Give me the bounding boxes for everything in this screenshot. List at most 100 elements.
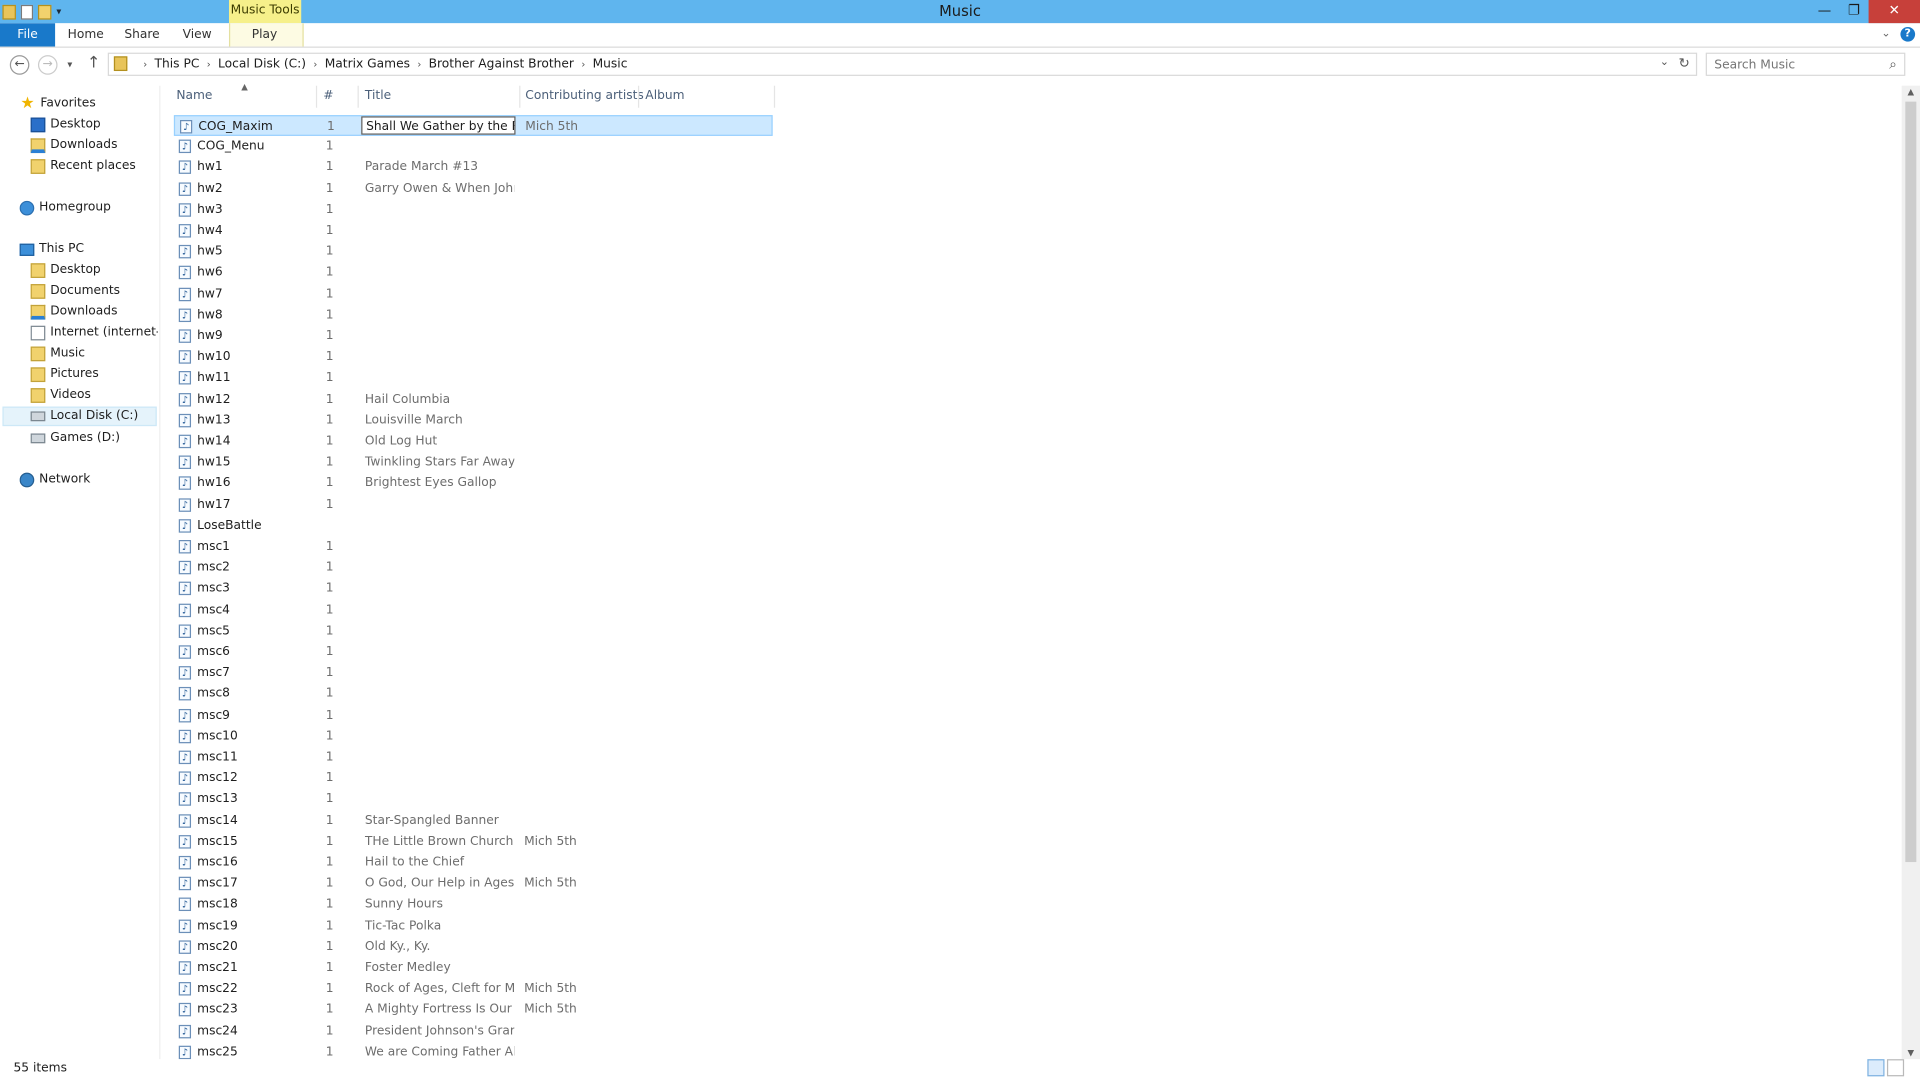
tab-play[interactable]: Play xyxy=(240,23,289,46)
file-row[interactable]: ♪ msc17 1 O God, Our Help in Ages ... Mich 5… xyxy=(174,873,773,894)
file-row[interactable]: ♪ msc12 1 xyxy=(174,768,773,789)
breadcrumb-chevron-icon[interactable]: › xyxy=(143,59,147,70)
scrollbar-thumb[interactable] xyxy=(1905,101,1917,863)
file-row[interactable]: ♪ msc18 1 Sunny Hours xyxy=(174,894,773,915)
breadcrumb-chevron-icon[interactable]: › xyxy=(207,59,211,70)
file-row[interactable]: ♪ hw1 1 Parade March #13 xyxy=(174,157,773,178)
breadcrumb-chevron-icon[interactable]: › xyxy=(581,59,585,70)
nav-favorites-downloads[interactable]: Downloads xyxy=(30,136,117,156)
breadcrumb-chevron-icon[interactable]: › xyxy=(313,59,317,70)
large-icons-view-icon[interactable] xyxy=(1886,1059,1905,1077)
nav-pc-documents[interactable]: Documents xyxy=(30,282,120,302)
file-row[interactable]: ♪ msc2 1 xyxy=(174,557,773,578)
file-row[interactable]: ♪ msc22 1 Rock of Ages, Cleft for Me Mich 5t… xyxy=(174,979,773,1000)
file-row[interactable]: ♪ msc6 1 xyxy=(174,642,773,663)
refresh-icon[interactable]: ↻ xyxy=(1679,55,1690,71)
file-row[interactable]: ♪ COG_Menu 1 xyxy=(174,136,773,157)
file-row[interactable]: ♪ msc1 1 xyxy=(174,536,773,557)
nav-this-pc[interactable]: This PC xyxy=(19,240,84,260)
column-header-name[interactable]: Name xyxy=(176,86,212,108)
tab-view[interactable]: View xyxy=(178,23,217,46)
file-row[interactable]: ♪ hw13 1 Louisville March xyxy=(174,410,773,431)
file-row[interactable]: ♪ msc11 1 xyxy=(174,747,773,768)
tab-file[interactable]: File xyxy=(0,23,56,47)
search-icon[interactable]: ⌕ xyxy=(1889,56,1897,73)
file-row[interactable]: ♪ msc15 1 THe Little Brown Church i... Mich … xyxy=(174,831,773,852)
file-row[interactable]: ♪ hw7 1 xyxy=(174,284,773,305)
crumb-brother-against-brother[interactable]: Brother Against Brother xyxy=(429,58,574,71)
file-row[interactable]: ♪ hw3 1 xyxy=(174,199,773,220)
details-view-icon[interactable] xyxy=(1867,1059,1885,1077)
crumb-music[interactable]: Music xyxy=(593,58,628,71)
crumb-local-disk[interactable]: Local Disk (C:) xyxy=(218,58,306,71)
address-dropdown-icon[interactable]: ⌄ xyxy=(1660,56,1669,68)
file-row[interactable]: ♪ hw16 1 Brightest Eyes Gallop xyxy=(174,473,773,494)
file-row[interactable]: ♪ msc3 1 xyxy=(174,578,773,599)
file-row[interactable]: ♪ hw10 1 xyxy=(174,347,773,368)
file-row[interactable]: ♪ hw4 1 xyxy=(174,220,773,241)
column-header-contributing-artists[interactable]: Contributing artists xyxy=(525,86,644,108)
file-row[interactable]: ♪ hw6 1 xyxy=(174,263,773,284)
nav-pc-desktop[interactable]: Desktop xyxy=(30,261,101,281)
file-row[interactable]: ♪ msc23 1 A Mighty Fortress Is Our ... Mich … xyxy=(174,1000,773,1021)
close-button[interactable]: ✕ xyxy=(1868,0,1920,24)
nav-pc-videos[interactable]: Videos xyxy=(30,386,91,406)
forward-button[interactable]: → xyxy=(37,55,58,75)
file-row[interactable]: ♪ msc5 1 xyxy=(174,621,773,642)
back-button[interactable]: ← xyxy=(9,55,30,75)
restore-button[interactable]: ❐ xyxy=(1839,0,1868,23)
file-row[interactable]: ♪ msc7 1 xyxy=(174,663,773,684)
nav-network[interactable]: Network xyxy=(19,470,91,490)
file-row[interactable]: ♪ hw11 1 xyxy=(174,368,773,389)
file-row[interactable]: ♪ hw2 1 Garry Owen & When John... xyxy=(174,178,773,199)
column-divider[interactable] xyxy=(773,85,776,108)
nav-favorites[interactable]: ★ Favorites xyxy=(20,94,95,114)
breadcrumb-chevron-icon[interactable]: › xyxy=(417,59,421,70)
file-row[interactable]: ♪ msc16 1 Hail to the Chief xyxy=(174,852,773,873)
nav-pc-internet[interactable]: Internet (internet-pc xyxy=(30,323,158,343)
file-row[interactable]: ♪ msc8 1 xyxy=(174,684,773,705)
file-row[interactable]: ♪ hw15 1 Twinkling Stars Far Away xyxy=(174,452,773,473)
search-box[interactable]: ⌕ xyxy=(1705,52,1906,76)
track-title[interactable]: Shall We Gather by the River xyxy=(361,116,516,135)
file-row[interactable]: ♪ msc21 1 Foster Medley xyxy=(174,958,773,979)
up-button[interactable]: ↑ xyxy=(87,54,100,72)
column-divider[interactable] xyxy=(519,85,521,108)
file-row[interactable]: ♪ msc19 1 Tic-Tac Polka xyxy=(174,915,773,936)
column-header-number[interactable]: # xyxy=(323,86,333,108)
file-row[interactable]: ♪ hw17 1 xyxy=(174,494,773,515)
tab-home[interactable]: Home xyxy=(64,23,108,46)
file-row[interactable]: ♪ msc13 1 xyxy=(174,789,773,810)
file-row[interactable]: ♪ msc10 1 xyxy=(174,726,773,747)
nav-pc-games[interactable]: Games (D:) xyxy=(30,429,120,449)
nav-recent-places[interactable]: Recent places xyxy=(30,157,136,177)
nav-pc-downloads[interactable]: Downloads xyxy=(30,302,117,322)
file-row[interactable]: ♪ hw9 1 xyxy=(174,326,773,347)
scroll-up-icon[interactable]: ▲ xyxy=(1905,87,1916,97)
file-row[interactable]: ♪ msc24 1 President Johnson's Gran... xyxy=(174,1021,773,1042)
column-divider[interactable] xyxy=(315,85,318,108)
crumb-this-pc[interactable]: This PC xyxy=(155,58,200,71)
recent-locations-icon[interactable]: ▾ xyxy=(67,59,72,70)
tab-share[interactable]: Share xyxy=(120,23,164,46)
help-icon[interactable]: ? xyxy=(1900,26,1916,42)
search-input[interactable] xyxy=(1706,53,1876,76)
file-row[interactable]: ♪ msc20 1 Old Ky., Ky. xyxy=(174,936,773,957)
column-header-album[interactable]: Album xyxy=(645,86,684,108)
file-row[interactable]: ♪ hw12 1 Hail Columbia xyxy=(174,389,773,410)
nav-pc-local-disk[interactable]: Local Disk (C:) xyxy=(2,406,157,427)
file-row[interactable]: ♪ hw5 1 xyxy=(174,241,773,262)
nav-homegroup[interactable]: Homegroup xyxy=(19,198,111,218)
file-row[interactable]: ♪ msc9 1 xyxy=(174,705,773,726)
column-divider[interactable] xyxy=(637,85,640,108)
address-bar[interactable]: › This PC › Local Disk (C:) › Matrix Gam… xyxy=(107,52,1698,76)
expand-ribbon-icon[interactable]: ⌄ xyxy=(1881,28,1890,40)
file-row[interactable]: ♪ COG_Maxim 1 Shall We Gather by the River M… xyxy=(173,115,773,136)
scroll-down-icon[interactable]: ▼ xyxy=(1905,1048,1916,1058)
column-divider[interactable] xyxy=(357,85,359,108)
column-header-title[interactable]: Title xyxy=(365,86,391,108)
vertical-scrollbar[interactable]: ▲ ▼ xyxy=(1901,85,1920,1060)
minimize-button[interactable]: — xyxy=(1810,0,1839,23)
file-row[interactable]: ♪ hw14 1 Old Log Hut xyxy=(174,431,773,452)
file-row[interactable]: ♪ hw8 1 xyxy=(174,305,773,326)
